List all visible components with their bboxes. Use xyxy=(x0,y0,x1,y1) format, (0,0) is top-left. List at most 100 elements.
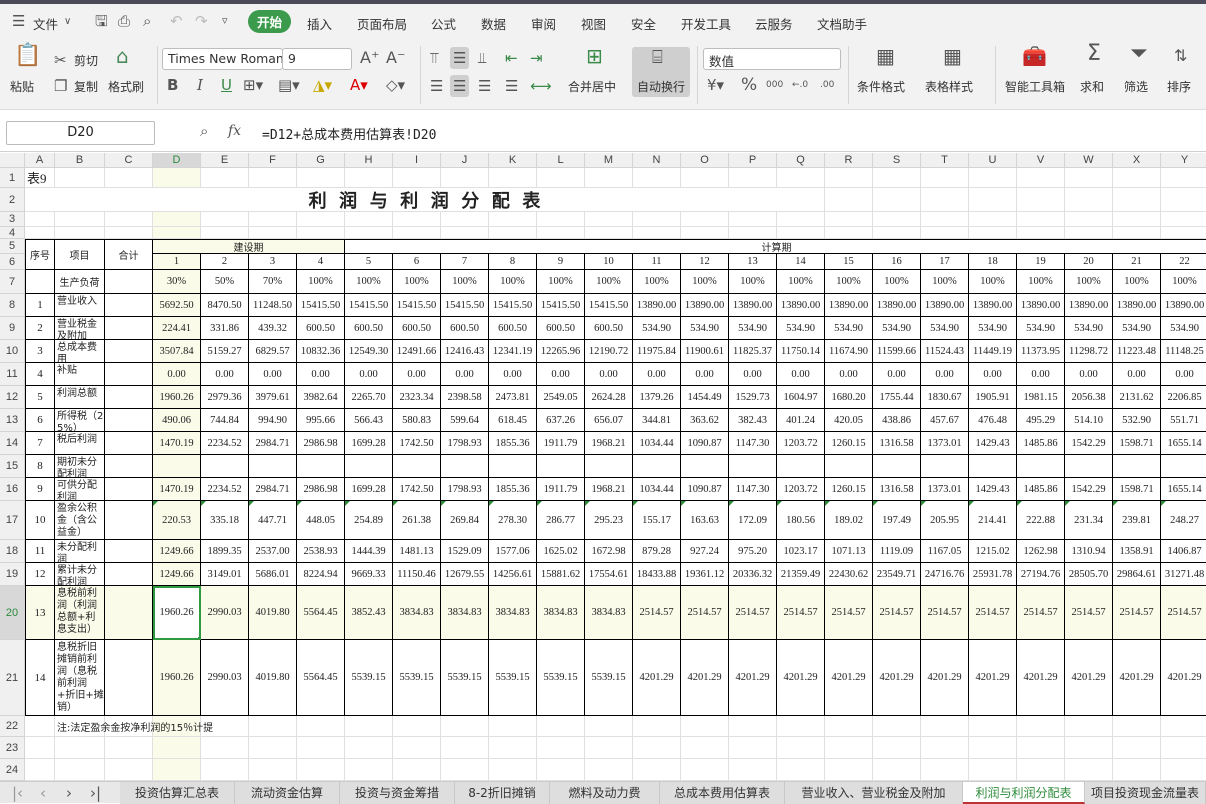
data-cell[interactable]: 11223.48 xyxy=(1113,340,1161,363)
next-sheet-icon[interactable]: › xyxy=(66,785,72,801)
sheet-tab[interactable]: 项目投资现金流量表 xyxy=(1085,782,1206,804)
data-cell[interactable]: 15415.50 xyxy=(345,294,393,317)
data-cell[interactable]: 1485.86 xyxy=(1017,432,1065,455)
number-format-select[interactable]: 数值 xyxy=(703,48,841,70)
data-cell[interactable]: 600.50 xyxy=(393,317,441,340)
data-cell[interactable]: 1625.02 xyxy=(537,540,585,563)
data-cell[interactable]: 1485.86 xyxy=(1017,478,1065,501)
data-cell[interactable]: 0.00 xyxy=(1161,363,1206,386)
data-cell[interactable]: 1406.87 xyxy=(1161,540,1206,563)
data-cell[interactable]: 19361.12 xyxy=(681,563,729,586)
data-cell[interactable]: 1167.05 xyxy=(921,540,969,563)
data-cell[interactable] xyxy=(921,455,969,478)
italic-button[interactable]: I xyxy=(197,77,203,93)
data-cell[interactable]: 25931.78 xyxy=(969,563,1017,586)
sheet-tab[interactable]: 流动资金估算 xyxy=(235,782,340,804)
align-left-icon[interactable]: ☰ xyxy=(430,78,443,94)
data-cell[interactable]: 189.02 xyxy=(825,501,873,540)
data-cell[interactable]: 13890.00 xyxy=(1113,294,1161,317)
data-cell[interactable]: 2984.71 xyxy=(249,478,297,501)
data-cell[interactable]: 4201.29 xyxy=(1017,640,1065,716)
data-cell[interactable]: 344.81 xyxy=(633,409,681,432)
data-cell[interactable]: 2514.57 xyxy=(1113,586,1161,640)
font-size-select[interactable]: 9 xyxy=(282,48,352,70)
header-period[interactable]: 22 xyxy=(1161,254,1206,270)
data-cell[interactable]: 2514.57 xyxy=(1065,586,1113,640)
borders-icon[interactable]: ⊞▾ xyxy=(243,77,263,93)
data-cell[interactable]: 30% xyxy=(153,270,201,294)
conditional-format-button[interactable]: 条件格式 xyxy=(857,78,905,95)
data-cell[interactable]: 1911.79 xyxy=(537,478,585,501)
cell[interactable] xyxy=(873,212,921,227)
data-cell[interactable]: 0.00 xyxy=(1065,363,1113,386)
data-cell[interactable]: 8470.50 xyxy=(201,294,249,317)
data-cell[interactable]: 100% xyxy=(825,270,873,294)
row-item-label[interactable]: 补贴 xyxy=(55,363,105,386)
data-cell[interactable]: 4201.29 xyxy=(1113,640,1161,716)
cell[interactable] xyxy=(1065,759,1113,781)
data-cell[interactable] xyxy=(1161,455,1206,478)
cell[interactable] xyxy=(1065,716,1113,737)
header-period[interactable]: 20 xyxy=(1065,254,1113,270)
cell[interactable] xyxy=(249,737,297,759)
row-header-23[interactable]: 23 xyxy=(0,737,25,759)
data-cell[interactable]: 2323.34 xyxy=(393,386,441,409)
data-cell[interactable]: 4201.29 xyxy=(633,640,681,716)
header-period[interactable]: 21 xyxy=(1113,254,1161,270)
data-cell[interactable]: 447.71 xyxy=(249,501,297,540)
data-cell[interactable]: 744.84 xyxy=(201,409,249,432)
data-cell[interactable]: 1071.13 xyxy=(825,540,873,563)
chevron-down-icon[interactable]: ∨ xyxy=(64,14,71,30)
column-header-D[interactable]: D xyxy=(153,153,201,168)
cell[interactable] xyxy=(201,759,249,781)
data-cell[interactable]: 11524.43 xyxy=(921,340,969,363)
cell[interactable] xyxy=(105,563,153,586)
cell[interactable] xyxy=(105,540,153,563)
row-header-1[interactable]: 1 xyxy=(0,168,25,188)
header-period[interactable]: 15 xyxy=(825,254,873,270)
cell[interactable] xyxy=(201,212,249,227)
data-cell[interactable]: 0.00 xyxy=(633,363,681,386)
header-period[interactable]: 18 xyxy=(969,254,1017,270)
data-cell[interactable]: 534.90 xyxy=(825,317,873,340)
data-cell[interactable]: 100% xyxy=(969,270,1017,294)
data-cell[interactable]: 214.41 xyxy=(969,501,1017,540)
data-cell[interactable]: 13890.00 xyxy=(873,294,921,317)
data-cell[interactable]: 155.17 xyxy=(633,501,681,540)
data-cell[interactable]: 2473.81 xyxy=(489,386,537,409)
cell[interactable] xyxy=(345,227,393,239)
data-cell[interactable] xyxy=(633,455,681,478)
cell[interactable] xyxy=(1161,188,1206,212)
data-cell[interactable]: 2538.93 xyxy=(297,540,345,563)
cell[interactable] xyxy=(1065,168,1113,188)
cell[interactable] xyxy=(55,227,105,239)
cell[interactable] xyxy=(1113,716,1161,737)
cell[interactable] xyxy=(105,478,153,501)
data-cell[interactable]: 0.00 xyxy=(537,363,585,386)
row-header-3[interactable]: 3 xyxy=(0,212,25,227)
data-cell[interactable]: 975.20 xyxy=(729,540,777,563)
cell[interactable] xyxy=(1065,188,1113,212)
data-cell[interactable]: 9669.33 xyxy=(345,563,393,586)
row-header-6[interactable]: 6 xyxy=(0,254,25,270)
data-cell[interactable]: 1960.26 xyxy=(153,386,201,409)
data-cell[interactable]: 534.90 xyxy=(1161,317,1206,340)
data-cell[interactable]: 5539.15 xyxy=(489,640,537,716)
column-header-T[interactable]: T xyxy=(921,153,969,168)
cell[interactable] xyxy=(441,737,489,759)
data-cell[interactable]: 438.86 xyxy=(873,409,921,432)
prev-sheet-icon[interactable]: ‹ xyxy=(40,785,46,801)
cell[interactable] xyxy=(729,227,777,239)
data-cell[interactable]: 5564.45 xyxy=(297,640,345,716)
column-header-E[interactable]: E xyxy=(201,153,249,168)
data-cell[interactable]: 600.50 xyxy=(585,317,633,340)
cell[interactable] xyxy=(1113,168,1161,188)
data-cell[interactable]: 1429.43 xyxy=(969,432,1017,455)
header-period[interactable]: 14 xyxy=(777,254,825,270)
cell[interactable] xyxy=(105,586,153,640)
cell[interactable] xyxy=(825,168,873,188)
data-cell[interactable]: 11148.25 xyxy=(1161,340,1206,363)
cell[interactable] xyxy=(1017,227,1065,239)
cell[interactable] xyxy=(969,759,1017,781)
cell[interactable] xyxy=(1161,716,1206,737)
